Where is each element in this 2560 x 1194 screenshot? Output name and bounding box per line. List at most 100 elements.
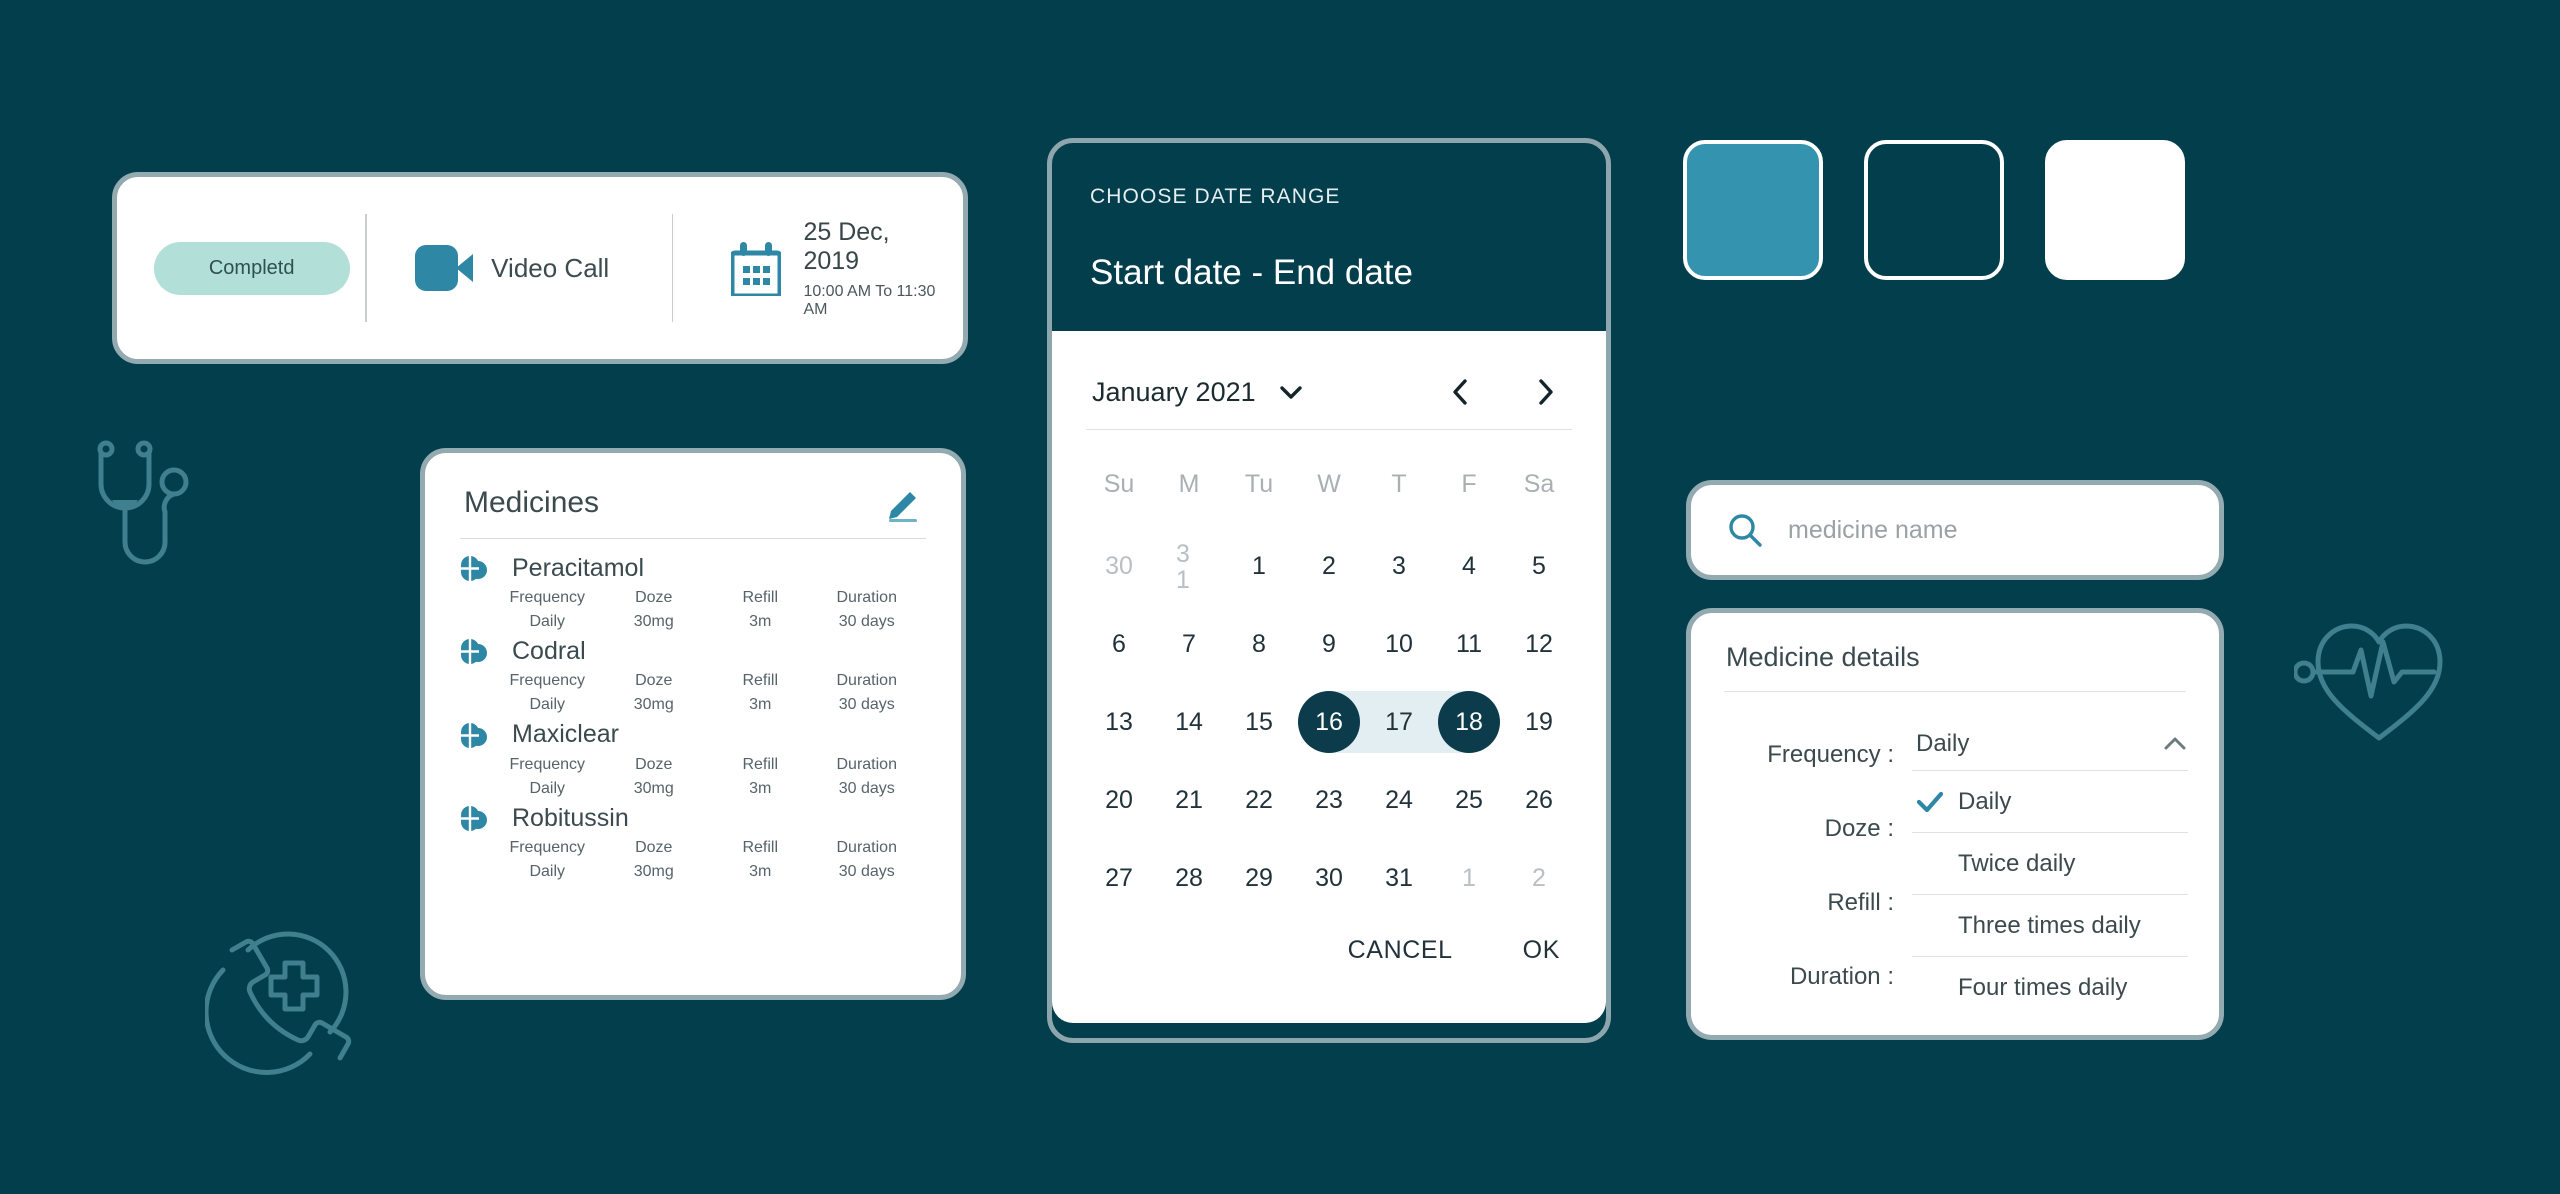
ok-button[interactable]: OK <box>1523 936 1560 965</box>
medicine-name: Codral <box>512 636 586 665</box>
calendar-day[interactable]: 7 <box>1154 605 1224 683</box>
calendar-day[interactable]: 31 <box>1364 839 1434 917</box>
calendar-day-selected[interactable]: 18 <box>1399 683 1504 761</box>
chevron-down-icon[interactable] <box>1278 379 1304 405</box>
calendar-day[interactable]: 1 <box>1224 527 1294 605</box>
attribute-value: 30 days <box>838 863 895 881</box>
color-swatch-white[interactable] <box>2045 140 2185 280</box>
calendar-day-number: 9 <box>1322 629 1336 658</box>
medicines-header: Medicines <box>430 458 956 538</box>
calendar-actions: CANCEL OK <box>1348 936 1560 965</box>
calendar-day-number: 22 <box>1245 785 1273 814</box>
frequency-option[interactable]: Twice daily <box>1912 832 2188 894</box>
attribute-value: 30mg <box>633 613 674 630</box>
frequency-dropdown-trigger[interactable]: Daily <box>1912 718 2188 770</box>
pencil-edit-icon[interactable] <box>884 484 922 523</box>
medicine-attribute-refill: Refill 3m <box>707 589 814 632</box>
pill-icon <box>460 636 498 666</box>
chevron-up-icon[interactable] <box>2162 731 2188 757</box>
attribute-value: Daily <box>529 779 566 797</box>
pill-icon <box>460 720 498 750</box>
medicine-attributes: Frequency Daily Doze 30mg Refill 3m Duration 30… <box>460 833 926 882</box>
calendar-day[interactable]: 23 <box>1294 761 1364 839</box>
calendar-day-number: 30 <box>1315 863 1343 892</box>
heartbeat-icon <box>2292 610 2454 750</box>
calendar-day[interactable]: 22 <box>1224 761 1294 839</box>
appointment-row: Completd Video Call 25 Dec, 2019 10:00 A… <box>122 182 958 354</box>
medicine-list-item[interactable]: Peracitamol Frequency Daily Doze 30mg Refill 3… <box>430 549 956 632</box>
medicine-name-row: Maxiclear <box>460 720 926 750</box>
attribute-value: 30 days <box>838 779 895 797</box>
color-swatch-accent-teal[interactable] <box>1683 140 1823 280</box>
medicines-list: Peracitamol Frequency Daily Doze 30mg Refill 3… <box>430 549 956 883</box>
search-input[interactable] <box>1788 515 2214 545</box>
calendar-day[interactable]: 10 <box>1364 605 1434 683</box>
frequency-option[interactable]: Four times daily <box>1912 956 2188 1018</box>
calendar-day[interactable]: 30 <box>1084 527 1154 605</box>
frequency-option[interactable]: Three times daily <box>1912 894 2188 956</box>
frequency-dropdown: Daily Daily Twice daily Three times daily F… <box>1912 718 2214 1018</box>
calendar-day[interactable]: 13 <box>1084 683 1154 761</box>
calendar-day-number: 15 <box>1245 707 1273 736</box>
date-range-header: CHOOSE DATE RANGE Start date - End date <box>1052 143 1606 293</box>
calendar-day-number: 17 <box>1385 707 1413 736</box>
medicine-list-item[interactable]: Maxiclear Frequency Daily Doze 30mg Refill 3m D… <box>430 716 956 799</box>
appointment-status-cell: Completd <box>138 241 365 295</box>
calendar-day-number: 1 <box>1462 863 1476 892</box>
medicine-attribute-doze: Doze 30mg <box>601 839 708 882</box>
appointment-call-cell[interactable]: Video Call <box>367 245 671 291</box>
chevron-left-icon[interactable] <box>1448 377 1472 407</box>
calendar-day[interactable]: 25 <box>1434 761 1504 839</box>
medicine-list-item[interactable]: Robitussin Frequency Daily Doze 30mg Refill 3m… <box>430 799 956 882</box>
calendar-day[interactable]: 19 <box>1504 683 1574 761</box>
calendar-day[interactable]: 11 <box>1434 605 1504 683</box>
attribute-label: Frequency <box>509 589 586 606</box>
calendar-body: January 2021 Su M Tu W T F Sa 30 31 1 2 … <box>1052 331 1606 1023</box>
attribute-value: 30mg <box>633 863 674 881</box>
calendar-day[interactable]: 3 <box>1364 527 1434 605</box>
color-swatch-dark-teal[interactable] <box>1864 140 2004 280</box>
calendar-day[interactable]: 12 <box>1504 605 1574 683</box>
medicine-name-row: Codral <box>460 636 926 666</box>
calendar-day[interactable]: 1 <box>1434 839 1504 917</box>
calendar-icon <box>729 240 783 299</box>
cancel-button[interactable]: CANCEL <box>1348 936 1453 965</box>
calendar-weekday: M <box>1178 470 1200 498</box>
medicine-name-row: Robitussin <box>460 803 926 833</box>
attribute-label: Duration <box>836 589 897 606</box>
calendar-day[interactable]: 5 <box>1504 527 1574 605</box>
calendar-day[interactable]: 20 <box>1084 761 1154 839</box>
calendar-day[interactable]: 26 <box>1504 761 1574 839</box>
calendar-day[interactable]: 29 <box>1224 839 1294 917</box>
medicine-attributes: Frequency Daily Doze 30mg Refill 3m Duration 30… <box>460 583 926 632</box>
chevron-right-icon[interactable] <box>1534 377 1558 407</box>
calendar-day-number: 27 <box>1105 863 1133 892</box>
calendar-day-number: 8 <box>1252 629 1266 658</box>
calendar-day[interactable]: 8 <box>1224 605 1294 683</box>
calendar-day[interactable]: 31 <box>1176 527 1202 605</box>
calendar-day[interactable]: 9 <box>1294 605 1364 683</box>
calendar-day[interactable]: 28 <box>1154 839 1224 917</box>
calendar-day[interactable]: 6 <box>1084 605 1154 683</box>
medicine-attribute-frequency: Frequency Daily <box>494 756 601 799</box>
medicine-attribute-frequency: Frequency Daily <box>494 589 601 632</box>
medicine-attribute-doze: Doze 30mg <box>601 672 708 715</box>
calendar-day[interactable]: 4 <box>1434 527 1504 605</box>
medicine-list-item[interactable]: Codral Frequency Daily Doze 30mg Refill 3m Dura… <box>430 632 956 715</box>
calendar-day[interactable]: 24 <box>1364 761 1434 839</box>
calendar-day-number: 2 <box>1322 551 1336 580</box>
calendar-day[interactable]: 30 <box>1294 839 1364 917</box>
calendar-day-number: 7 <box>1182 629 1196 658</box>
frequency-option[interactable]: Daily <box>1912 770 2188 832</box>
calendar-day[interactable]: 14 <box>1154 683 1224 761</box>
calendar-day[interactable]: 21 <box>1154 761 1224 839</box>
date-range-value[interactable]: Start date - End date <box>1090 253 1568 293</box>
calendar-day[interactable]: 2 <box>1504 839 1574 917</box>
appointment-date-cell: 25 Dec, 2019 10:00 AM To 11:30 AM <box>673 218 942 319</box>
calendar-day[interactable]: 2 <box>1294 527 1364 605</box>
calendar-day[interactable]: 27 <box>1084 839 1154 917</box>
medicines-title: Medicines <box>464 486 600 519</box>
calendar-day-grid: 30 31 1 2 3 4 5 6 7 8 9 10 11 12 13 14 15 16 17 18 19 20 21 22 2… <box>1078 527 1580 917</box>
calendar-day[interactable]: 15 <box>1224 683 1294 761</box>
calendar-day-number: 31 <box>1176 540 1190 595</box>
